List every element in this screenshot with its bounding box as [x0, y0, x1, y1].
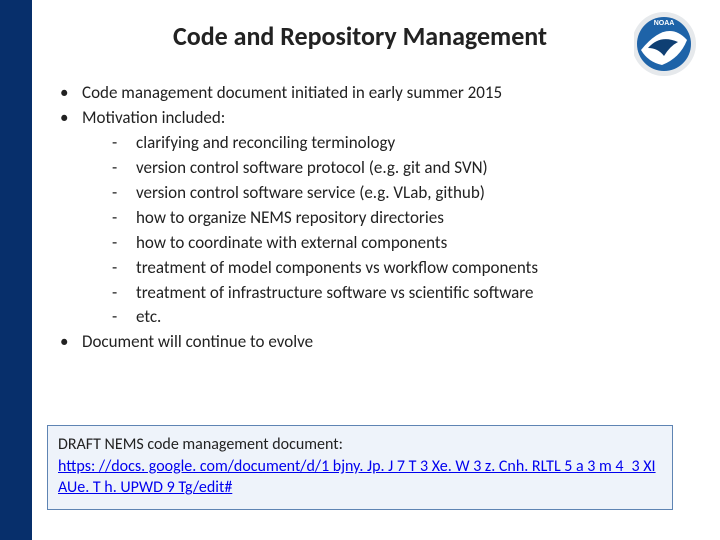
noaa-logo-icon: NOAA: [634, 10, 700, 76]
slide-body: Code management document initiated in ea…: [56, 82, 676, 356]
list-item: version control software protocol (e.g. …: [82, 157, 676, 180]
list-item: treatment of model components vs workflo…: [82, 257, 676, 280]
bullet-list: Code management document initiated in ea…: [56, 82, 676, 354]
bullet-text: treatment of model components vs workflo…: [136, 257, 538, 278]
bullet-text: Document will continue to evolve: [82, 331, 313, 352]
bullet-text: version control software protocol (e.g. …: [136, 157, 488, 178]
list-item: etc.: [82, 306, 676, 329]
list-item: Motivation included: clarifying and reco…: [56, 107, 676, 329]
bullet-text: how to organize NEMS repository director…: [136, 207, 444, 228]
slide-title: Code and Repository Management: [0, 20, 720, 52]
list-item: Code management document initiated in ea…: [56, 82, 676, 105]
list-item: clarifying and reconciling terminology: [82, 132, 676, 155]
bullet-text: Code management document initiated in ea…: [82, 82, 502, 103]
draft-label: DRAFT NEMS code management document:: [58, 435, 343, 454]
bullet-text: etc.: [136, 306, 161, 327]
draft-box: DRAFT NEMS code management document: htt…: [47, 425, 673, 510]
bullet-text: treatment of infrastructure software vs …: [136, 282, 533, 303]
list-item: how to coordinate with external componen…: [82, 232, 676, 255]
bullet-text: how to coordinate with external componen…: [136, 232, 447, 253]
list-item: how to organize NEMS repository director…: [82, 207, 676, 230]
slide: Code and Repository Management NOAA Code…: [0, 0, 720, 540]
list-item: treatment of infrastructure software vs …: [82, 282, 676, 305]
left-accent-bar: [0, 0, 32, 540]
sub-bullet-list: clarifying and reconciling terminology v…: [82, 132, 676, 330]
list-item: version control software service (e.g. V…: [82, 182, 676, 205]
logo-text: NOAA: [654, 20, 675, 27]
list-item: Document will continue to evolve: [56, 331, 676, 354]
bullet-text: version control software service (e.g. V…: [136, 182, 485, 203]
bullet-text: Motivation included:: [82, 107, 225, 128]
bullet-text: clarifying and reconciling terminology: [136, 132, 395, 153]
draft-link[interactable]: https: //docs. google. com/document/d/1 …: [58, 457, 656, 498]
